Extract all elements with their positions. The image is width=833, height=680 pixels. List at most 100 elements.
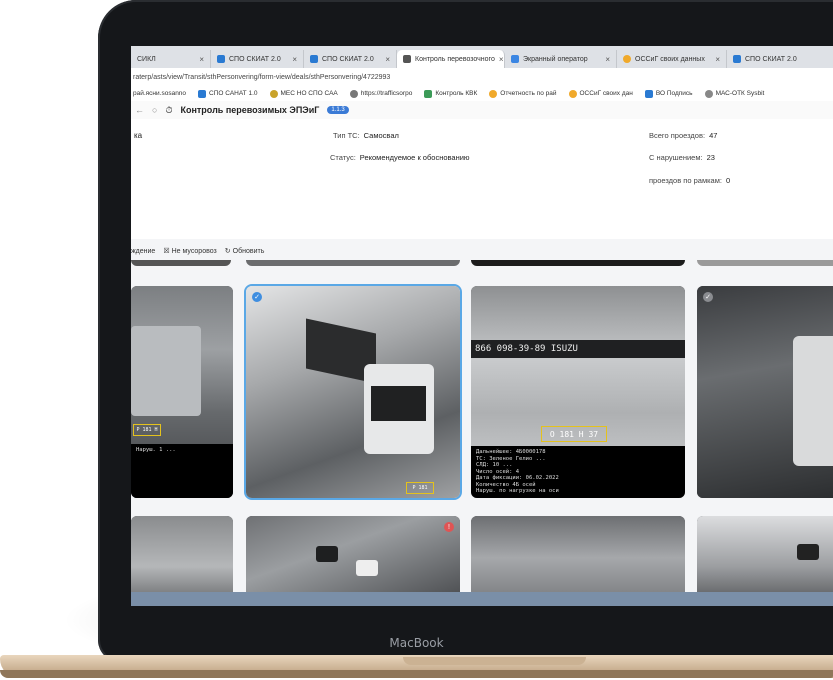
app-header: ← ○ ⏱ Контроль перевозимых ЭПЭиГ 1.1.3 (131, 101, 833, 119)
blue-favicon-icon (511, 55, 519, 63)
photo-card-top-partial[interactable] (697, 260, 833, 266)
truck-windshield-shape (371, 386, 426, 421)
close-icon[interactable]: × (385, 55, 390, 64)
bookmark-item[interactable]: МЕС НО СПО САА (269, 89, 338, 98)
tab-label: СПО СКИАТ 2.0 (322, 55, 374, 63)
photo-card[interactable]: ! (246, 516, 460, 600)
photo-card-top-partial[interactable] (131, 260, 231, 266)
tab-label: СИКЛ (137, 55, 156, 63)
refresh-button[interactable]: ↻ Обновить (224, 247, 265, 256)
flag-icon[interactable]: ! (444, 522, 454, 532)
status-field: Статус: Рекомендуемое к обоснованию (330, 153, 470, 162)
bookmark-item[interactable]: Контроль КВК (424, 89, 477, 98)
vehicle-info-panel: ка Тип ТС: Самосвал Статус: Рекомендуемое … (131, 119, 833, 239)
check-icon[interactable]: ✓ (252, 292, 262, 302)
violations-field: С нарушением: 23 (649, 153, 715, 162)
screen-bottom-strip (131, 592, 833, 606)
photo-caption: Дальнейшее: 4Б0000178 ТС: Зеленое Гелио … (471, 446, 685, 498)
refresh-icon: ↻ (224, 248, 231, 255)
browser-tab-4[interactable]: Контроль перевозочного × (397, 50, 505, 68)
globe-bookmark-icon (269, 89, 278, 98)
browser-tab-6[interactable]: ОССиГ своих данных × (617, 50, 727, 68)
close-icon[interactable]: × (499, 55, 504, 64)
vehicle-type-field: Тип ТС: Самосвал (333, 131, 399, 140)
bookmark-item[interactable]: ВО Подпись (644, 89, 693, 98)
check-icon[interactable]: ✓ (703, 292, 713, 302)
browser-tab-1[interactable]: СИКЛ × (131, 50, 211, 68)
signature-bookmark-icon (644, 89, 653, 98)
checkbox-icon: ☒ (163, 248, 170, 255)
license-plate-box: Р 181 Н (133, 424, 161, 436)
bookmark-item[interactable]: https://trafficsorpo (349, 89, 412, 98)
orange-bookmark-icon (568, 89, 577, 98)
license-plate-box: О 181 Н 37 (541, 426, 607, 442)
license-plate-box: Р 181 (406, 482, 434, 494)
close-icon[interactable]: × (715, 55, 720, 64)
back-icon[interactable]: ← (135, 105, 144, 115)
photo-card[interactable] (471, 516, 685, 600)
close-icon[interactable]: × (292, 55, 297, 64)
traffic-photo (246, 516, 460, 600)
photo-card-top-partial[interactable] (246, 260, 460, 266)
tab-label: ОССиГ своих данных (635, 55, 705, 63)
control-bookmark-icon (424, 89, 433, 98)
tab-label: СПО СКИАТ 2.0 (229, 55, 281, 63)
browser-tab-5[interactable]: Экранный оператор × (505, 50, 617, 68)
frames-passes-field: проездов по рамкам: 0 (649, 176, 731, 185)
browser-tab-3[interactable]: СПО СКИАТ 2.0 × (304, 50, 397, 68)
car-shape (316, 546, 338, 562)
settings-bookmark-icon (704, 89, 713, 98)
app-logo-icon: ⏱ (165, 104, 173, 115)
bookmark-item[interactable]: рай.ясни.sosanno (133, 90, 186, 97)
photo-card[interactable]: 866 098-39-89 ISUZU О 181 Н 37 Дальнейше… (471, 286, 685, 498)
control-favicon-icon (403, 55, 411, 63)
grid-toolbar: ждение ☒ Не мусоровоз ↻ Обновить (131, 242, 833, 260)
bookmark-item[interactable]: ОССиГ своих дан (568, 89, 633, 98)
photo-grid: Р 181 Н Наруш. 1 ... Р 181 ✓ 866 098-39-… (131, 260, 833, 606)
photo-card[interactable] (131, 516, 233, 600)
car-shape (797, 544, 819, 560)
browser-tab-7[interactable]: СПО СКИАТ 2.0 (727, 50, 833, 68)
url-text: raterp/asts/view/Transit/sthPersonvering… (133, 73, 391, 81)
browser-tab-bar: СИКЛ × СПО СКИАТ 2.0 × СПО СКИАТ 2.0 × Конт… (131, 46, 833, 68)
photo-card[interactable]: Р 181 Н Наруш. 1 ... (131, 286, 233, 498)
app-title: Контроль перевозимых ЭПЭиГ (180, 105, 320, 115)
bookmark-item[interactable]: СПО САНАТ 1.0 (198, 89, 258, 98)
browser-tab-2[interactable]: СПО СКИАТ 2.0 × (211, 50, 304, 68)
link-bookmark-icon (349, 89, 358, 98)
not-garbage-truck-button[interactable]: ☒ Не мусоровоз (163, 247, 216, 256)
photo-card[interactable] (697, 516, 833, 600)
version-badge: 1.1.3 (327, 106, 349, 114)
laptop-screen: СИКЛ × СПО СКИАТ 2.0 × СПО СКИАТ 2.0 × Конт… (131, 46, 833, 606)
close-icon[interactable]: × (605, 55, 610, 64)
total-passes-field: Всего проездов: 47 (649, 131, 718, 140)
laptop-base-edge (0, 670, 833, 678)
spo-favicon-icon (217, 55, 225, 63)
truck-photo (131, 516, 233, 600)
tab-label: Экранный оператор (523, 55, 588, 63)
tab-label: СПО СКИАТ 2.0 (745, 55, 797, 63)
car-shape (356, 560, 378, 576)
laptop-base-notch (403, 657, 586, 665)
truck-side-text: 866 098-39-89 ISUZU (471, 340, 685, 358)
close-icon[interactable]: × (199, 55, 204, 64)
orange-favicon-icon (623, 55, 631, 63)
panel-title: ка (134, 131, 143, 140)
truck-cab-shape (131, 326, 201, 416)
truck-photo (471, 516, 685, 600)
confirm-button[interactable]: ждение (131, 248, 155, 255)
bookmarks-bar: рай.ясни.sosanno СПО САНАТ 1.0 МЕС НО СП… (131, 86, 833, 102)
photo-card-selected[interactable]: Р 181 ✓ (244, 284, 462, 500)
address-bar[interactable]: raterp/asts/view/Transit/sthPersonvering… (131, 68, 833, 87)
spo-bookmark-icon (198, 89, 207, 98)
spo-favicon-icon (733, 55, 741, 63)
photo-caption: Наруш. 1 ... (131, 444, 233, 498)
photo-card[interactable]: ✓ (697, 286, 833, 498)
bookmark-item[interactable]: МАС-ОТК Sysbit (704, 89, 764, 98)
photo-card-top-partial[interactable] (471, 260, 685, 266)
device-label: MacBook (389, 636, 444, 650)
tab-label: Контроль перевозочного (415, 55, 495, 63)
bookmark-item[interactable]: Отчетность по рай (489, 89, 557, 98)
truck-cab-shape (793, 336, 833, 466)
refresh-icon[interactable]: ○ (152, 105, 157, 115)
